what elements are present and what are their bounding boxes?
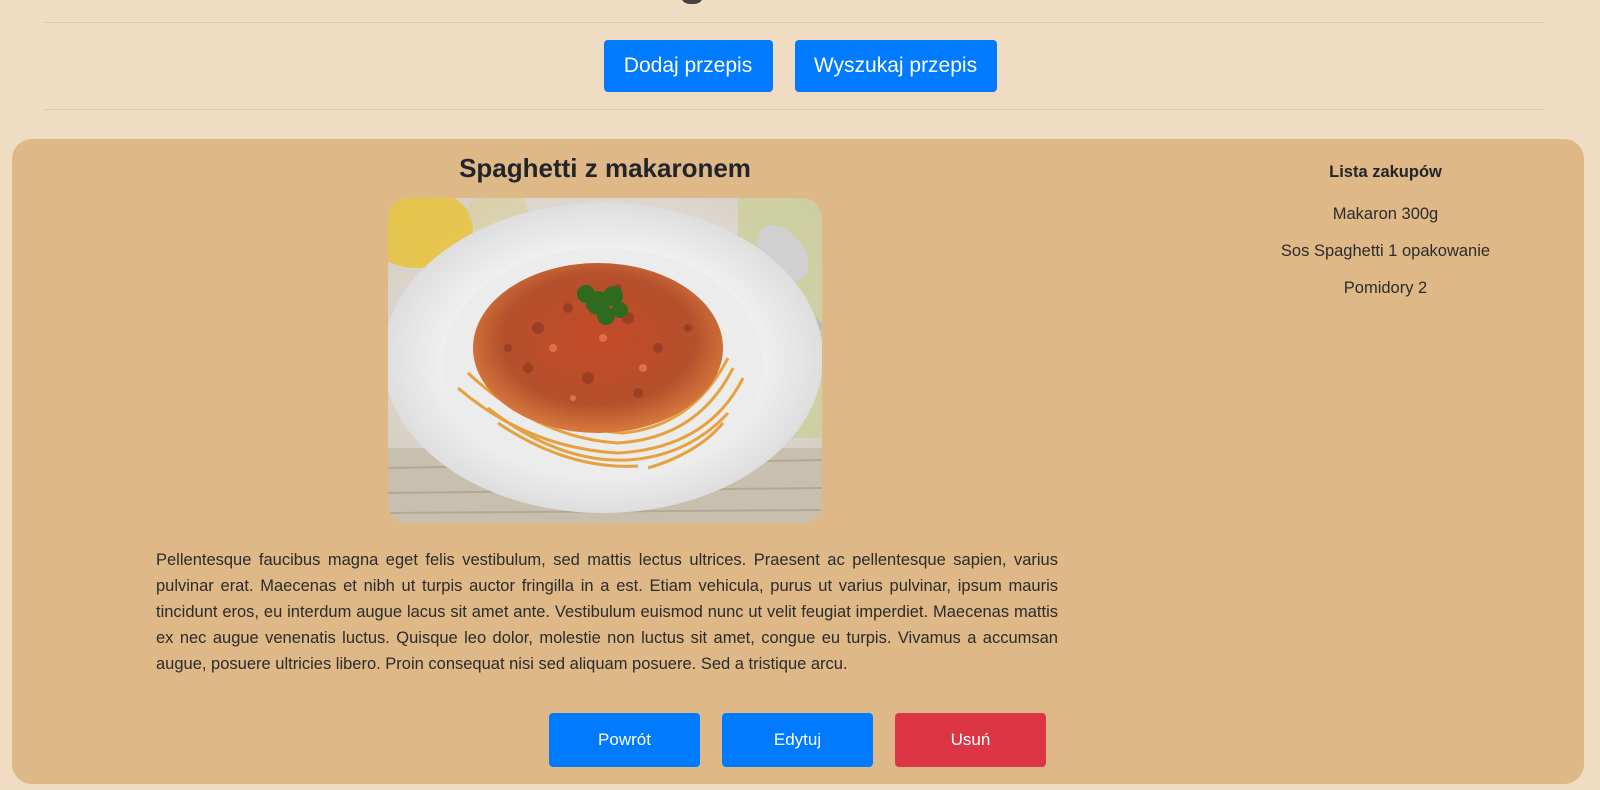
shopping-list-items: Makaron 300g Sos Spaghetti 1 opakowanie … <box>1198 204 1573 315</box>
top-actions: Dodaj przepis Wyszukaj przepis <box>0 40 1600 92</box>
recipe-actions: Powrót Edytuj Usuń <box>549 713 1046 767</box>
clipped-heading-glyph <box>680 0 704 4</box>
header-divider <box>44 22 1544 23</box>
shopping-list: Lista zakupów Makaron 300g Sos Spaghetti… <box>1198 163 1573 315</box>
delete-button[interactable]: Usuń <box>895 713 1046 767</box>
spaghetti-image <box>388 198 822 523</box>
list-item: Makaron 300g <box>1332 205 1439 223</box>
list-item: Pomidory 2 <box>1343 279 1428 297</box>
actions-divider <box>44 109 1544 110</box>
recipe-title: Spaghetti z makaronem <box>459 153 751 183</box>
back-button[interactable]: Powrót <box>549 713 700 767</box>
recipe-card: Spaghetti z makaronem Pellentesque fauci… <box>12 139 1584 784</box>
add-recipe-button[interactable]: Dodaj przepis <box>603 40 773 92</box>
search-recipe-button[interactable]: Wyszukaj przepis <box>794 40 997 92</box>
page-header-remnant <box>0 0 1600 22</box>
recipe-photo <box>388 198 822 523</box>
list-item: Sos Spaghetti 1 opakowanie <box>1280 242 1491 260</box>
edit-button[interactable]: Edytuj <box>722 713 873 767</box>
recipe-description: Pellentesque faucibus magna eget felis v… <box>156 551 1058 673</box>
shopping-list-heading: Lista zakupów <box>1329 163 1442 181</box>
